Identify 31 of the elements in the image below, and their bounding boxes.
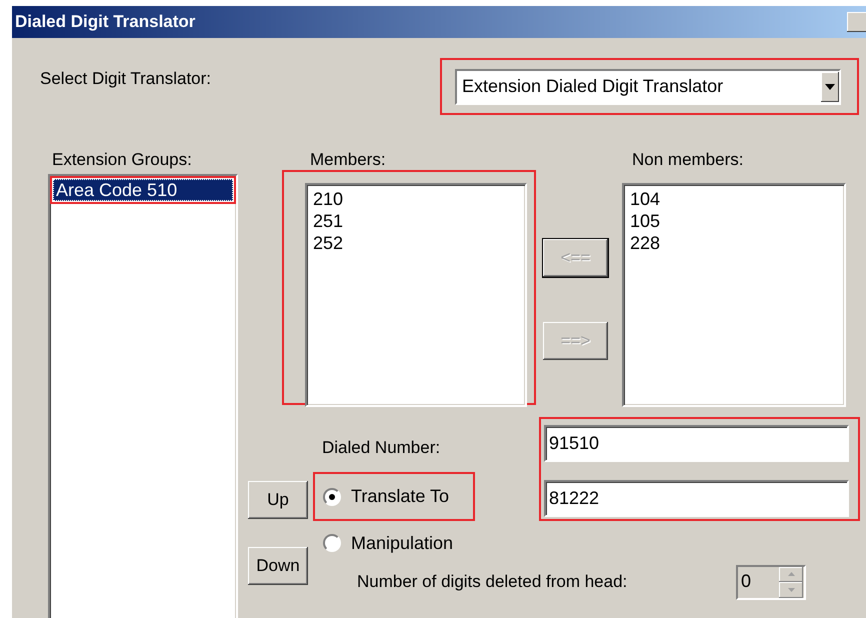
- list-item[interactable]: 228: [627, 232, 841, 254]
- field-label: Number of digits deleted from head:: [357, 572, 628, 592]
- up-arrow-icon: [788, 572, 794, 576]
- list-box[interactable]: 104 105 228: [622, 183, 846, 407]
- radio-label[interactable]: Translate To: [351, 486, 450, 507]
- dialed-number-field[interactable]: 91510: [544, 425, 849, 462]
- list-item[interactable]: 210: [310, 188, 522, 210]
- radio-label[interactable]: Manipulation: [351, 532, 454, 554]
- list-box[interactable]: Area Code 510: [48, 174, 238, 618]
- list-box[interactable]: 210 251 252: [305, 183, 527, 407]
- field-label: Select Digit Translator:: [39, 68, 212, 88]
- list-label: Extension Groups:: [52, 150, 193, 171]
- field-label: Dialed Number:: [321, 437, 442, 458]
- close-button[interactable]: [847, 12, 866, 32]
- list-label: Members:: [310, 150, 387, 170]
- translator-dropdown[interactable]: Extension Dialed Digit Translator: [455, 68, 841, 104]
- list-item[interactable]: Area Code 510: [53, 179, 233, 201]
- down-arrow-icon: [788, 588, 794, 592]
- list-item[interactable]: 105: [627, 210, 841, 232]
- radio-button[interactable]: [323, 534, 341, 552]
- list-item[interactable]: 252: [310, 232, 522, 254]
- radio-button[interactable]: [323, 488, 341, 506]
- dropdown-arrow-icon: [825, 84, 835, 90]
- translate-to-field[interactable]: 81222: [544, 480, 849, 517]
- list-item[interactable]: 104: [627, 188, 841, 210]
- window-title: Dialed Digit Translator: [14, 12, 196, 32]
- up-button[interactable]: Up: [248, 481, 308, 519]
- list-label: Non members:: [632, 150, 744, 170]
- list-item[interactable]: 251: [310, 210, 522, 232]
- down-button[interactable]: Down: [248, 547, 308, 585]
- digits-spinner[interactable]: 0: [736, 564, 806, 600]
